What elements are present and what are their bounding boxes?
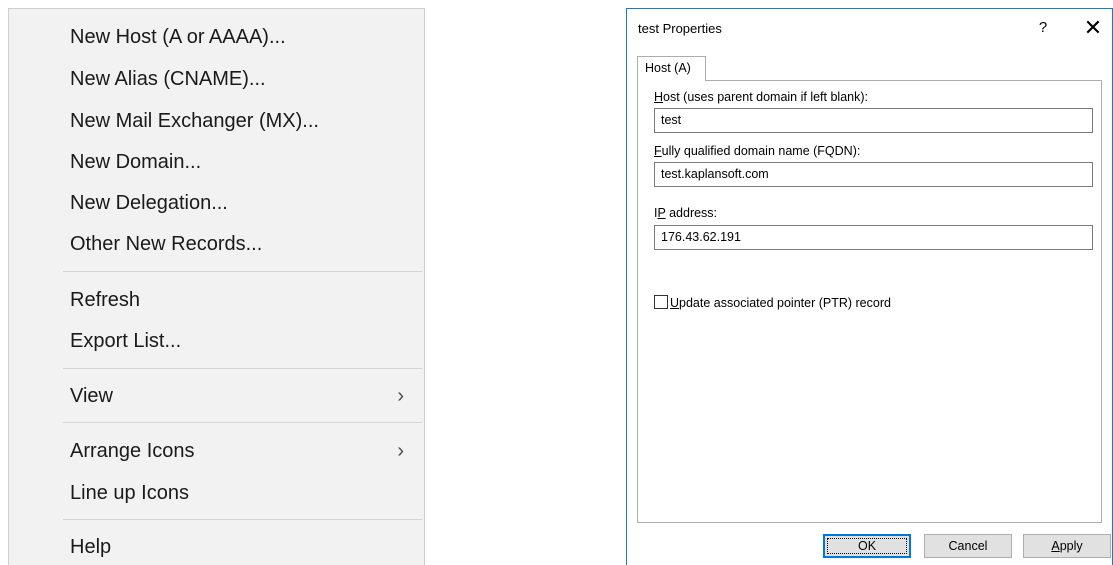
menu-item-new-delegation[interactable]: New Delegation...	[9, 185, 424, 221]
menu-item-label: Other New Records...	[70, 233, 263, 255]
host-label: Host (uses parent domain if left blank):	[654, 90, 868, 104]
fqdn-field[interactable]: test.kaplansoft.com	[654, 162, 1093, 187]
menu-item-line-up-icons[interactable]: Line up Icons	[9, 475, 424, 511]
apply-button-label: pply	[1059, 539, 1083, 553]
menu-item-new-domain[interactable]: New Domain...	[9, 144, 424, 180]
menu-item-refresh[interactable]: Refresh	[9, 282, 424, 318]
checkbox-label: pdate associated pointer (PTR) record	[679, 296, 891, 310]
menu-item-label: Refresh	[70, 289, 141, 311]
menu-item-new-host[interactable]: New Host (A or AAAA)...	[9, 19, 424, 55]
menu-item-label: New Delegation...	[70, 192, 228, 214]
dialog-titlebar[interactable]: test Properties ? ✕	[627, 9, 1112, 47]
cancel-button-label: Cancel	[948, 539, 988, 553]
host-input[interactable]: test	[654, 108, 1093, 133]
menu-item-label: Help	[70, 536, 112, 558]
menu-item-view[interactable]: View ›	[9, 378, 424, 414]
tab-label: Host (A)	[645, 61, 691, 75]
menu-item-label: Arrange Icons	[70, 440, 195, 462]
menu-item-label: Line up Icons	[70, 482, 189, 504]
chevron-right-icon: ›	[397, 385, 404, 407]
menu-separator	[63, 422, 422, 423]
help-icon[interactable]: ?	[1033, 16, 1053, 40]
checkbox-label-accel: U	[670, 296, 680, 310]
menu-separator	[63, 519, 422, 520]
ok-button[interactable]: OK	[823, 534, 911, 558]
menu-separator	[63, 368, 422, 369]
tab-panel: Host (uses parent domain if left blank):…	[637, 80, 1102, 523]
menu-item-label: New Host (A or AAAA)...	[70, 26, 286, 48]
apply-button[interactable]: Apply	[1023, 534, 1111, 558]
menu-separator	[63, 271, 422, 272]
menu-item-new-mail-exchanger[interactable]: New Mail Exchanger (MX)...	[9, 103, 424, 139]
menu-item-new-alias[interactable]: New Alias (CNAME)...	[9, 61, 424, 97]
menu-item-label: New Domain...	[70, 151, 202, 173]
properties-dialog: test Properties ? ✕ Host (A) Host (uses …	[626, 8, 1113, 565]
menu-item-help[interactable]: Help	[9, 529, 424, 565]
menu-item-other-new-records[interactable]: Other New Records...	[9, 226, 424, 262]
dialog-title: test Properties	[638, 21, 722, 36]
cancel-button[interactable]: Cancel	[924, 534, 1012, 558]
ip-address-label: IP address:	[654, 206, 718, 220]
menu-item-label: View	[70, 385, 113, 407]
ip-address-input[interactable]: 176.43.62.191	[654, 225, 1093, 250]
close-icon[interactable]: ✕	[1081, 14, 1105, 42]
menu-item-label: New Alias (CNAME)...	[70, 68, 266, 90]
chevron-right-icon: ›	[397, 440, 404, 462]
fqdn-label: Fully qualified domain name (FQDN):	[654, 144, 861, 158]
checkbox-box[interactable]	[654, 295, 668, 309]
menu-item-export-list[interactable]: Export List...	[9, 323, 424, 359]
menu-item-arrange-icons[interactable]: Arrange Icons ›	[9, 433, 424, 469]
context-menu: New Host (A or AAAA)... New Alias (CNAME…	[8, 8, 425, 565]
tab-host-a[interactable]: Host (A)	[637, 56, 706, 81]
ptr-checkbox[interactable]: Update associated pointer (PTR) record	[654, 295, 891, 311]
menu-item-label: New Mail Exchanger (MX)...	[70, 110, 319, 132]
menu-item-label: Export List...	[70, 330, 182, 352]
